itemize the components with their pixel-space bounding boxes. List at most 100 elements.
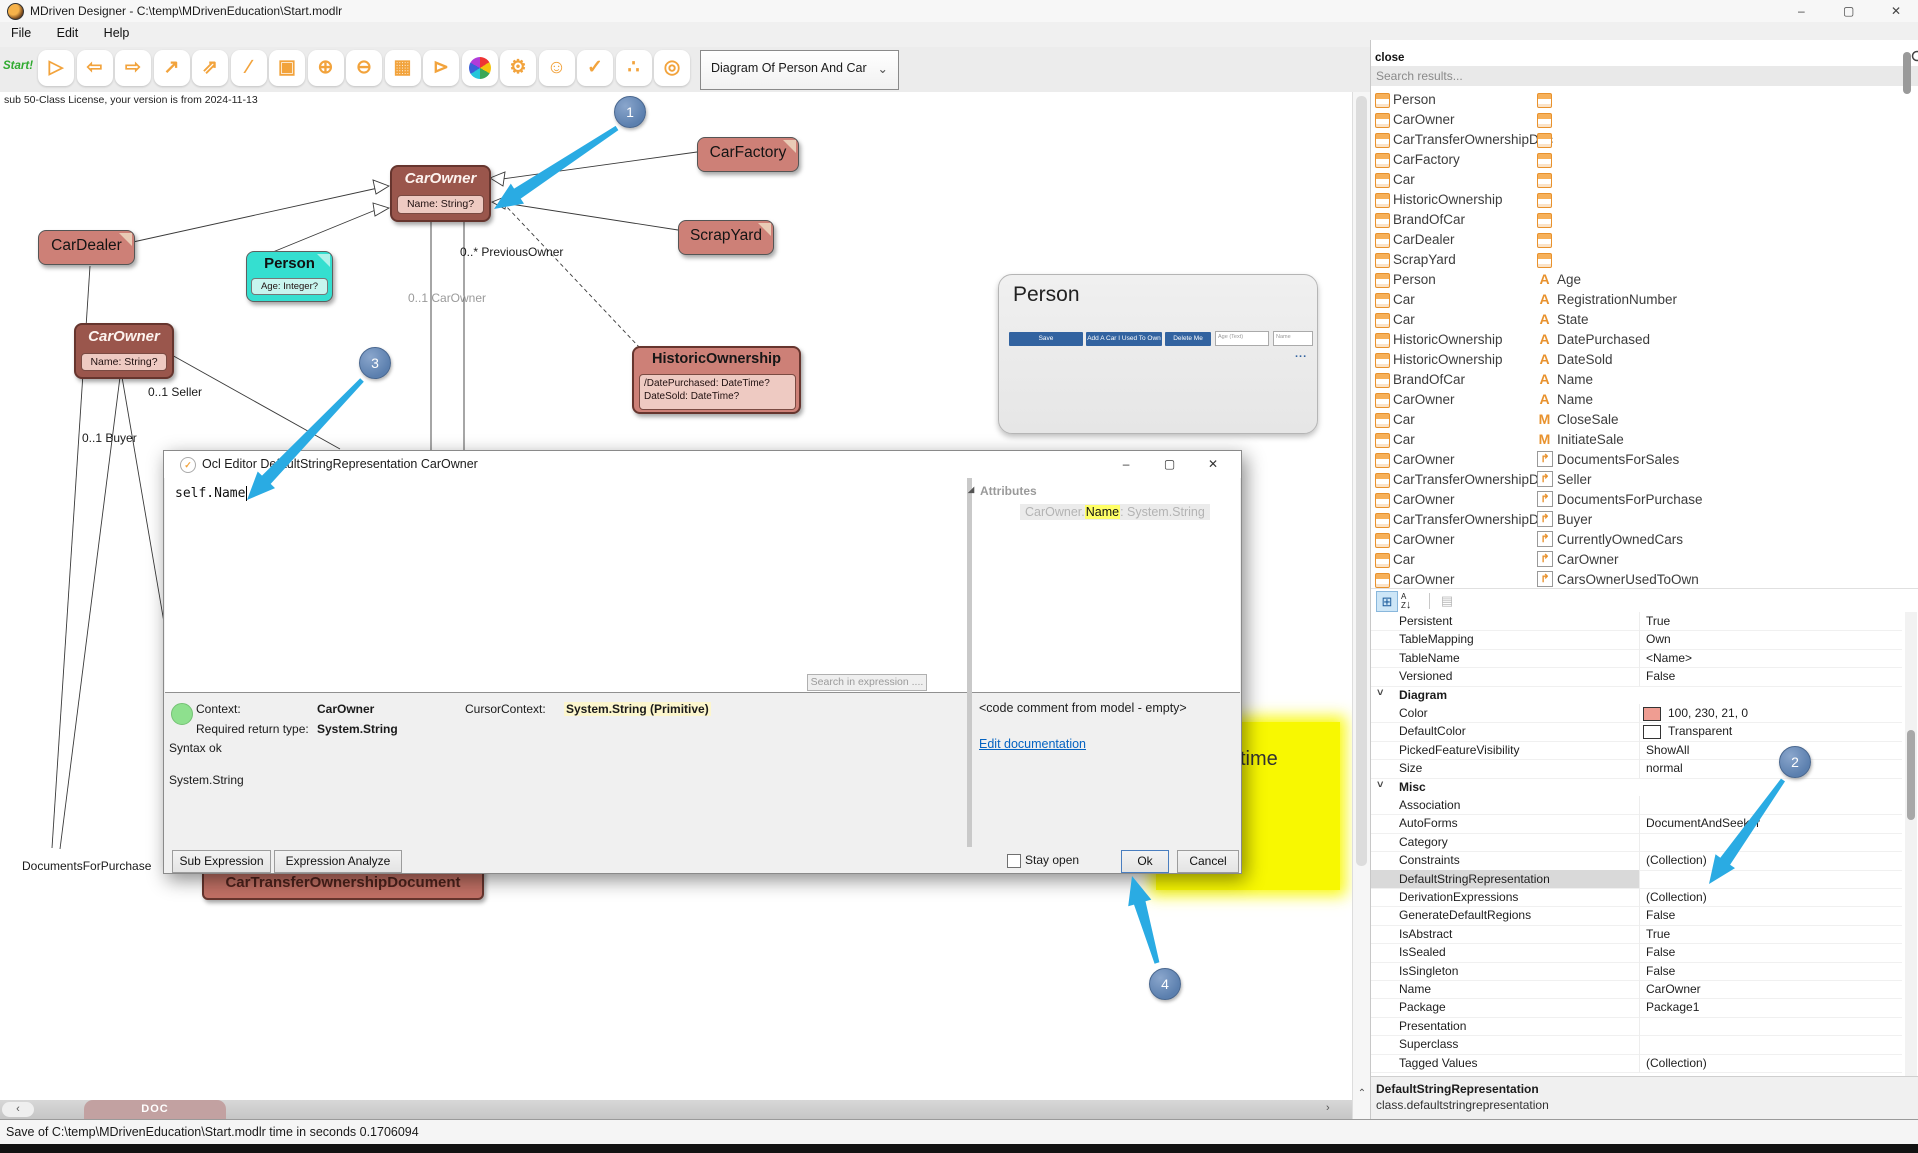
scroll-left-icon[interactable]: ‹ — [2, 1102, 34, 1117]
close-icon[interactable]: ✕ — [1193, 451, 1233, 478]
property-value-cell[interactable]: True — [1639, 925, 1902, 944]
attribute-entry[interactable]: CarOwner.Name: System.String — [1020, 504, 1210, 520]
property-row[interactable]: DefaultStringRepresentation — [1371, 870, 1918, 888]
spinner-icon[interactable]: ◎ — [654, 50, 690, 86]
grid-scrollbar-track[interactable] — [1905, 612, 1917, 1076]
search-results-input[interactable]: Search results... — [1371, 66, 1918, 86]
property-value-cell[interactable]: False — [1639, 943, 1902, 962]
class-car-factory[interactable]: CarFactory — [697, 137, 799, 172]
property-value-cell[interactable]: DocumentAndSeeker — [1639, 814, 1902, 833]
scrollbar-thumb[interactable] — [1356, 96, 1367, 866]
form-age-field[interactable]: Age (Text) — [1215, 331, 1269, 346]
association-line-icon[interactable]: ↗ — [154, 50, 190, 86]
class-historic-ownership[interactable]: HistoricOwnership /DatePurchased: DateTi… — [632, 346, 801, 414]
person-form-preview[interactable]: Person Save Add A Car I Used To Own Dele… — [998, 274, 1318, 434]
menu-file[interactable]: File — [0, 22, 42, 44]
property-value-cell[interactable]: (Collection) — [1639, 888, 1902, 907]
dialog-titlebar[interactable]: ✓ Ocl Editor DefaultStringRepresentation… — [164, 451, 1241, 478]
window-grid-icon[interactable]: ▦ — [385, 50, 421, 86]
property-row[interactable]: IsSealedFalse — [1371, 943, 1918, 961]
property-value-cell[interactable]: False — [1639, 962, 1902, 981]
gears-icon[interactable]: ⚙ — [500, 50, 536, 86]
property-value-cell[interactable] — [1639, 1017, 1902, 1036]
property-value-cell[interactable]: False — [1639, 667, 1902, 686]
search-result-row[interactable]: HistoricOwnershipADatePurchased — [1371, 330, 1918, 350]
property-value-cell[interactable]: (Collection) — [1639, 851, 1902, 870]
property-value-cell[interactable]: <Name> — [1639, 649, 1902, 668]
property-value-cell[interactable]: (Collection) — [1639, 1054, 1902, 1073]
maximize-icon[interactable]: ▢ — [1150, 451, 1190, 478]
property-row[interactable]: Color100, 230, 21, 0 — [1371, 704, 1918, 722]
scroll-up-icon[interactable]: ⌃ — [1353, 1088, 1371, 1099]
search-result-row[interactable]: PersonAAge — [1371, 270, 1918, 290]
chevron-down-icon[interactable]: ˅ — [1377, 687, 1383, 699]
color-wheel-icon[interactable] — [462, 50, 498, 86]
property-row[interactable]: Constraints(Collection) — [1371, 851, 1918, 869]
search-result-row[interactable]: CarOwnerAName — [1371, 390, 1918, 410]
property-row[interactable]: PersistentTrue — [1371, 612, 1918, 630]
property-value-cell[interactable] — [1639, 796, 1902, 815]
property-category-row[interactable]: ˅Diagram — [1371, 686, 1918, 704]
property-value-cell[interactable]: True — [1639, 612, 1902, 631]
start-button[interactable]: Start! — [3, 60, 33, 72]
property-row[interactable]: IsAbstractTrue — [1371, 925, 1918, 943]
attributes-header[interactable]: ◢Attributes — [980, 484, 1037, 498]
property-row[interactable]: IsSingletonFalse — [1371, 962, 1918, 980]
validate-check-icon[interactable]: ✓ — [577, 50, 613, 86]
stay-open-checkbox[interactable] — [1007, 854, 1021, 868]
property-value-cell[interactable]: False — [1639, 906, 1902, 925]
class-car-owner-main[interactable]: CarOwner Name: String? — [390, 165, 491, 222]
minimize-icon[interactable]: – — [1106, 451, 1146, 478]
property-row[interactable]: DerivationExpressions(Collection) — [1371, 888, 1918, 906]
window-run-icon[interactable]: ⊳ — [423, 50, 459, 86]
grid-scrollbar-thumb[interactable] — [1907, 730, 1915, 820]
property-value-cell[interactable]: 100, 230, 21, 0 — [1639, 704, 1902, 723]
list-scrollbar-thumb[interactable] — [1903, 52, 1911, 94]
chevron-down-icon[interactable]: ˅ — [1377, 779, 1383, 791]
categorized-view-icon[interactable]: ⊞ — [1376, 591, 1398, 612]
maximize-icon[interactable]: ▢ — [1827, 0, 1871, 22]
cancel-button[interactable]: Cancel — [1177, 850, 1239, 873]
search-result-row[interactable]: HistoricOwnershipADateSold — [1371, 350, 1918, 370]
search-result-row[interactable]: CarTransferOwnershipDoc↱Buyer — [1371, 510, 1918, 530]
graph-nodes-icon[interactable]: ∴ — [616, 50, 652, 86]
search-result-row[interactable]: CarDealer — [1371, 230, 1918, 250]
search-result-row[interactable]: Person — [1371, 90, 1918, 110]
doc-tab[interactable]: DOC — [84, 1100, 226, 1119]
search-result-row[interactable]: CarOwner↱CurrentlyOwnedCars — [1371, 530, 1918, 550]
property-row[interactable]: TableName<Name> — [1371, 649, 1918, 667]
property-row[interactable]: TableMappingOwn — [1371, 630, 1918, 648]
sidebar-close-button[interactable]: close — [1375, 52, 1404, 64]
property-category-row[interactable]: ˅Misc — [1371, 778, 1918, 796]
search-result-row[interactable]: CarOwner — [1371, 110, 1918, 130]
class-scrap-yard[interactable]: ScrapYard — [678, 220, 774, 255]
zoom-out-icon[interactable]: ⊖ — [346, 50, 382, 86]
edit-documentation-link[interactable]: Edit documentation — [979, 737, 1086, 751]
search-result-row[interactable]: CarTransferOwnershipDoc↱Seller — [1371, 470, 1918, 490]
property-value-cell[interactable]: CarOwner — [1639, 980, 1902, 999]
form-name-field[interactable]: Name — [1273, 331, 1313, 346]
frame-select-icon[interactable]: ▣ — [269, 50, 305, 86]
form-delete-button[interactable]: Delete Me — [1165, 332, 1211, 346]
search-result-row[interactable]: CarTransferOwnershipDoc — [1371, 130, 1918, 150]
property-value-cell[interactable]: Own — [1639, 630, 1902, 649]
arrow-forward-icon[interactable]: ⇨ — [115, 50, 151, 86]
search-result-row[interactable]: BrandOfCar — [1371, 210, 1918, 230]
search-result-row[interactable]: Car — [1371, 170, 1918, 190]
property-row[interactable]: DefaultColorTransparent — [1371, 722, 1918, 740]
property-value-cell[interactable]: Transparent — [1639, 722, 1902, 741]
property-row[interactable]: NameCarOwner — [1371, 980, 1918, 998]
property-row[interactable]: Association — [1371, 796, 1918, 814]
property-row[interactable]: Superclass — [1371, 1035, 1918, 1053]
diagram-selector[interactable]: Diagram Of Person And Car ⌄ — [700, 50, 899, 90]
search-result-row[interactable]: CarOwner↱CarsOwnerUsedToOwn — [1371, 570, 1918, 588]
search-result-row[interactable]: Car↱CarOwner — [1371, 550, 1918, 570]
menu-help[interactable]: Help — [93, 22, 141, 44]
form-add-car-button[interactable]: Add A Car I Used To Own — [1086, 332, 1162, 346]
property-row[interactable]: Tagged Values(Collection) — [1371, 1054, 1918, 1072]
property-row[interactable]: Sizenormal — [1371, 759, 1918, 777]
search-result-row[interactable]: CarOwner↱DocumentsForPurchase — [1371, 490, 1918, 510]
search-result-row[interactable]: CarFactory — [1371, 150, 1918, 170]
property-value-cell[interactable] — [1639, 1035, 1902, 1054]
sub-expression-button[interactable]: Sub Expression — [172, 850, 271, 873]
